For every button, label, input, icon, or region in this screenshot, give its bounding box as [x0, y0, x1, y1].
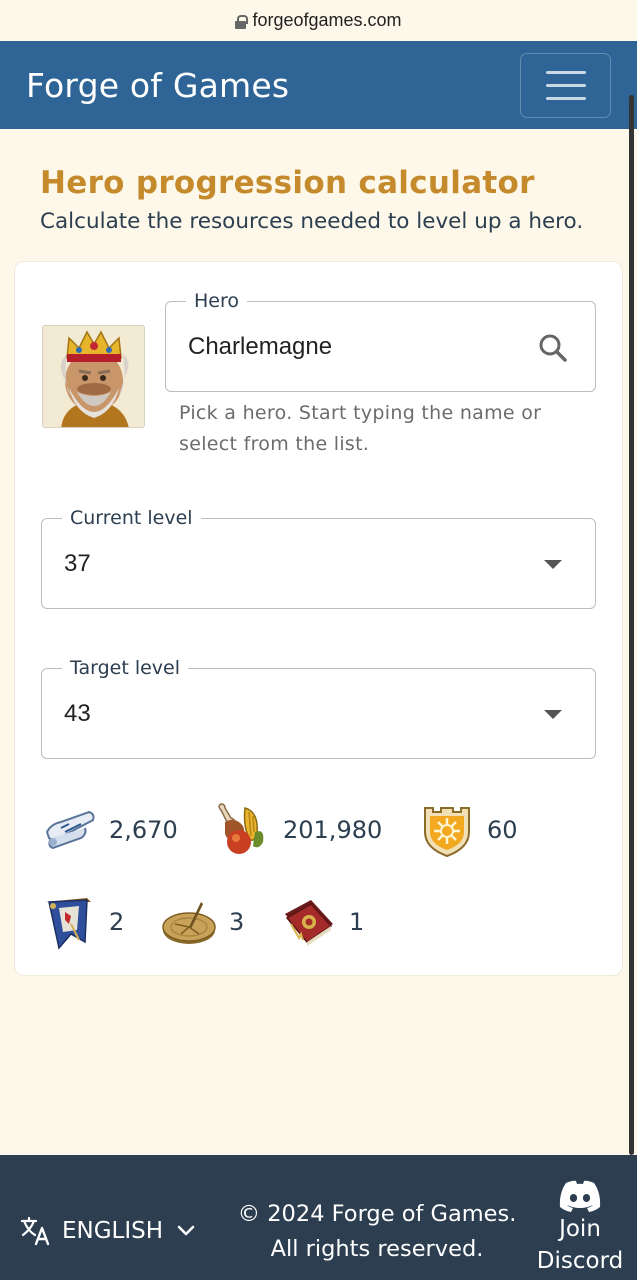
banner-icon — [45, 898, 91, 950]
resource-book: 1 — [281, 894, 364, 950]
scrollbar[interactable] — [629, 95, 634, 1155]
resource-row: 2 3 1 — [41, 894, 601, 986]
caret-down-icon — [544, 710, 562, 719]
brand-link[interactable]: Forge of Games — [26, 66, 289, 105]
discord-label: Join Discord — [536, 1216, 624, 1274]
hamburger-icon — [545, 70, 586, 74]
browser-url-bar[interactable]: forgeofgames.com — [0, 0, 637, 41]
book-icon — [285, 900, 333, 946]
menu-toggle-button[interactable] — [520, 52, 611, 118]
target-level-label: Target level — [62, 657, 189, 679]
discord-icon — [559, 1180, 601, 1212]
language-label: ENGLISH — [62, 1218, 164, 1244]
chevron-down-icon — [177, 1225, 195, 1236]
hero-portrait-icon — [43, 326, 144, 427]
target-level-value: 43 — [64, 700, 91, 727]
resource-food-amount: 201,980 — [283, 816, 383, 844]
current-level-value: 37 — [64, 550, 91, 577]
calculator-card: Hero Charlemagne Pick a hero. Start typi… — [14, 261, 623, 976]
page-title: Hero progression calculator — [40, 165, 535, 201]
caret-down-icon — [544, 560, 562, 569]
search-icon[interactable] — [537, 332, 569, 364]
current-level-select[interactable]: Current level 37 — [41, 507, 596, 609]
sundial-icon — [162, 902, 216, 944]
shield-emblem-icon — [424, 807, 470, 858]
lock-icon — [235, 14, 249, 29]
page-subtitle: Calculate the resources needed to level … — [40, 209, 584, 234]
resource-emblem: 60 — [419, 802, 518, 858]
scroll-icon — [45, 810, 95, 850]
target-level-select[interactable]: Target level 43 — [41, 657, 596, 759]
language-selector[interactable]: ENGLISH — [20, 1215, 195, 1247]
resource-results: 2,670 201,980 60 2 3 1 — [41, 802, 601, 986]
navbar: Forge of Games — [0, 41, 637, 129]
discord-link[interactable]: Join Discord — [534, 1179, 626, 1277]
resource-book-amount: 1 — [349, 908, 365, 936]
resource-sundial: 3 — [161, 894, 244, 950]
resource-banner-amount: 2 — [109, 908, 125, 936]
resource-banner: 2 — [41, 894, 124, 950]
food-icon — [218, 803, 264, 854]
hero-portrait — [42, 325, 145, 428]
copyright-text: © 2024 Forge of Games. All rights reserv… — [237, 1201, 517, 1262]
page-header: Hero progression calculator Calculate th… — [0, 129, 637, 234]
resource-food: 201,980 — [215, 802, 382, 858]
resource-row: 2,670 201,980 60 — [41, 802, 601, 894]
footer: ENGLISH © 2024 Forge of Games. All right… — [0, 1155, 637, 1280]
current-level-label: Current level — [62, 507, 201, 529]
resource-scroll: 2,670 — [41, 802, 178, 858]
resource-emblem-amount: 60 — [487, 816, 518, 844]
resource-scroll-amount: 2,670 — [109, 816, 178, 844]
resource-sundial-amount: 3 — [229, 908, 245, 936]
url-text: forgeofgames.com — [252, 10, 402, 30]
hero-label: Hero — [186, 290, 247, 312]
hero-input[interactable]: Charlemagne — [188, 333, 332, 361]
translate-icon — [20, 1216, 50, 1246]
hero-search-field[interactable]: Hero Charlemagne — [165, 290, 596, 392]
hero-helper-text: Pick a hero. Start typing the name or se… — [179, 402, 542, 455]
